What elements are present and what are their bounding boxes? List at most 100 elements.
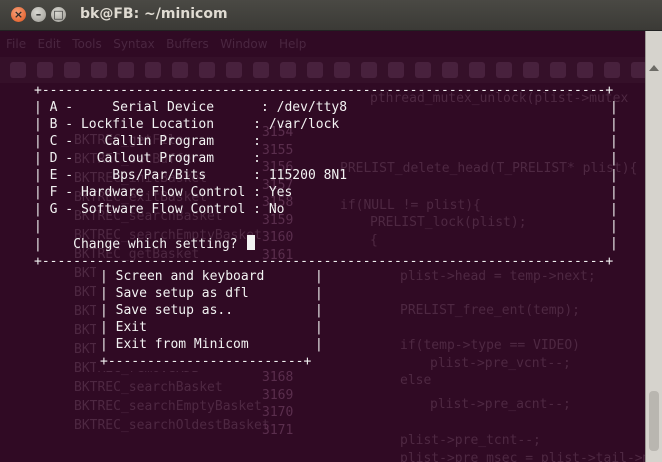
toolbar-icon bbox=[280, 62, 296, 78]
option-value: 115200 8N1 bbox=[268, 168, 348, 183]
menu-border-right: | bbox=[315, 286, 323, 301]
dialog-border-left: | bbox=[34, 151, 50, 166]
maximize-window-button[interactable]: □ bbox=[51, 7, 66, 22]
change-setting-prompt: Change which setting? bbox=[73, 237, 238, 252]
minimize-window-button[interactable]: – bbox=[31, 7, 46, 22]
prompt-row[interactable]: | Change which setting? bbox=[34, 235, 256, 252]
background-editor-toolbar bbox=[0, 57, 645, 83]
option-label: Callout Program bbox=[80, 151, 254, 166]
toolbar-icon bbox=[226, 62, 242, 78]
dialog-border-top: +---------------------------------------… bbox=[34, 83, 614, 98]
menu-border-right: | bbox=[315, 269, 323, 284]
background-code-line: plist->head = temp->next; bbox=[400, 269, 596, 284]
dialog-border-left: | bbox=[34, 185, 50, 200]
dialog-border-right: | bbox=[610, 168, 618, 183]
dialog-border-right: | bbox=[610, 151, 618, 166]
dialog-border-right: | bbox=[610, 100, 618, 115]
background-line-number: 3160 bbox=[262, 230, 294, 245]
background-code-line: if(temp->type == VIDEO) bbox=[400, 338, 581, 353]
option-value: No bbox=[268, 202, 285, 217]
toolbar-icon bbox=[10, 62, 26, 78]
toolbar-icon bbox=[577, 62, 593, 78]
toolbar-icon bbox=[361, 62, 377, 78]
menu-border-left: | bbox=[100, 269, 116, 284]
background-line-number: 3169 bbox=[262, 387, 294, 403]
option-label: Bps/Par/Bits bbox=[80, 168, 254, 183]
config-option-b[interactable]: | B - Lockfile Location : /var/lock bbox=[34, 116, 339, 133]
close-window-button[interactable]: × bbox=[11, 7, 26, 22]
option-colon: : bbox=[260, 100, 277, 115]
option-separator: - bbox=[57, 100, 81, 115]
option-separator: - bbox=[57, 202, 81, 217]
window-titlebar[interactable]: × – □ bk@FB: ~/minicom bbox=[0, 0, 662, 31]
config-option-g[interactable]: | G - Software Flow Control : No bbox=[34, 201, 284, 218]
option-colon: : bbox=[253, 134, 269, 149]
dialog-border-left: | bbox=[34, 168, 50, 183]
background-code-line: plist->pre_acnt--; bbox=[430, 397, 571, 412]
config-option-c[interactable]: | C - Callin Program : bbox=[34, 133, 269, 150]
menu-border-right: | bbox=[315, 303, 323, 318]
scrollbar-thumb[interactable] bbox=[649, 391, 659, 451]
dialog-border-right: | bbox=[610, 117, 618, 132]
option-colon: : bbox=[253, 185, 269, 200]
background-line-number: 3171 bbox=[262, 422, 294, 438]
dialog-border-left: | bbox=[34, 202, 50, 217]
menu-item[interactable]: | Exit bbox=[100, 319, 147, 336]
dialog-border-left: | bbox=[34, 134, 50, 149]
background-line-number: 3168 bbox=[262, 370, 294, 385]
scroll-up-arrow-icon[interactable] bbox=[649, 65, 659, 71]
option-separator: - bbox=[57, 151, 81, 166]
dialog-border-left: | bbox=[34, 100, 50, 115]
menu-item-label: Save setup as.. bbox=[115, 303, 234, 318]
menu-item[interactable]: | Save setup as.. bbox=[100, 302, 233, 319]
toolbar-icon bbox=[91, 62, 107, 78]
toolbar-icon bbox=[550, 62, 566, 78]
toolbar-icon bbox=[388, 62, 404, 78]
background-code-line: { bbox=[370, 233, 378, 248]
option-value: Yes bbox=[268, 185, 293, 200]
menu-border-left: | bbox=[100, 303, 116, 318]
option-label: Hardware Flow Control bbox=[80, 185, 254, 200]
menu-item[interactable]: | Exit from Minicom bbox=[100, 336, 249, 353]
terminal-area[interactable]: File Edit Tools Syntax Buffers Window He… bbox=[0, 31, 645, 462]
menu-border-right: | bbox=[315, 320, 323, 335]
menu-border-left: | bbox=[100, 337, 116, 352]
option-separator: - bbox=[57, 185, 81, 200]
option-separator: - bbox=[57, 168, 81, 183]
vertical-scrollbar[interactable] bbox=[645, 31, 662, 462]
toolbar-icon bbox=[199, 62, 215, 78]
menu-border-bottom: +-------------------------+ bbox=[100, 354, 312, 369]
window-title: bk@FB: ~/minicom bbox=[80, 6, 228, 22]
text-cursor bbox=[247, 235, 256, 250]
dialog-empty-row: | bbox=[34, 219, 42, 234]
menu-item-label: Save setup as dfl bbox=[115, 286, 249, 301]
toolbar-icon bbox=[172, 62, 188, 78]
toolbar-icon bbox=[631, 62, 645, 78]
option-colon: : bbox=[253, 202, 269, 217]
background-code-line: PRELIST_delete_head(T_PRELIST* plist){ bbox=[340, 161, 638, 176]
menu-item[interactable]: | Save setup as dfl bbox=[100, 285, 249, 302]
option-label: Callin Program bbox=[80, 134, 254, 149]
option-label: Lockfile Location bbox=[80, 117, 254, 132]
toolbar-icon bbox=[523, 62, 539, 78]
config-option-f[interactable]: | F - Hardware Flow Control : Yes bbox=[34, 184, 292, 201]
background-code-line: if(NULL != plist){ bbox=[340, 198, 481, 213]
option-colon: : bbox=[253, 151, 269, 166]
option-separator: - bbox=[57, 117, 81, 132]
menu-item[interactable]: | Screen and keyboard bbox=[100, 268, 264, 285]
dialog-border-right: | bbox=[610, 134, 618, 149]
toolbar-icon bbox=[118, 62, 134, 78]
menu-item-label: Exit bbox=[115, 320, 147, 335]
config-option-e[interactable]: | E - Bps/Par/Bits : 115200 8N1 bbox=[34, 167, 347, 184]
config-option-d[interactable]: | D - Callout Program : bbox=[34, 150, 269, 167]
toolbar-icon bbox=[64, 62, 80, 78]
option-colon: : bbox=[253, 168, 269, 183]
background-line-number: 3170 bbox=[262, 405, 294, 420]
background-list-item: BKTREC_searchEmptyBasket bbox=[74, 399, 262, 414]
toolbar-icon bbox=[496, 62, 512, 78]
toolbar-icon bbox=[37, 62, 53, 78]
dialog-border-right: | bbox=[610, 219, 618, 234]
config-option-a[interactable]: | A - Serial Device : /dev/tty8 bbox=[34, 99, 347, 116]
dialog-border-right: | bbox=[610, 236, 618, 251]
toolbar-icon bbox=[442, 62, 458, 78]
